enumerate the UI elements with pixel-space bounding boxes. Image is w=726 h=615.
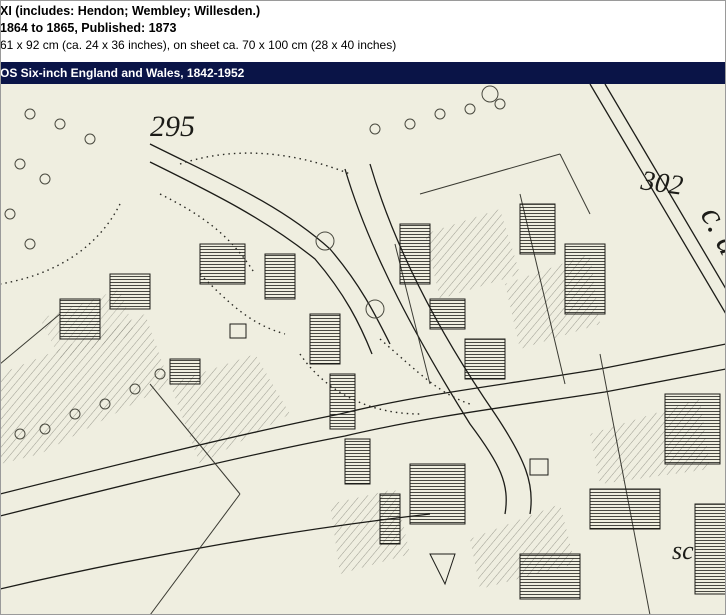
sheet-title: XI (includes: Hendon; Wembley; Willesden… [0,4,261,18]
map-viewer[interactable]: 295 302 c. a sc [0,84,726,615]
survey-dates: 1864 to 1865, Published: 1873 [0,21,177,35]
map-info-header: XI (includes: Hendon; Wembley; Willesden… [0,0,726,62]
lettering-bottom-right: sc [672,536,694,565]
historic-map-image[interactable]: 295 302 c. a sc [0,84,726,615]
sheet-dimensions: 61 x 92 cm (ca. 24 x 36 inches), on shee… [0,38,397,52]
parcel-number-302: 302 [638,165,685,202]
series-title-bar: OS Six-inch England and Wales, 1842-1952 [0,62,726,84]
parcel-number-295: 295 [150,110,195,143]
series-title: OS Six-inch England and Wales, 1842-1952 [0,66,245,80]
